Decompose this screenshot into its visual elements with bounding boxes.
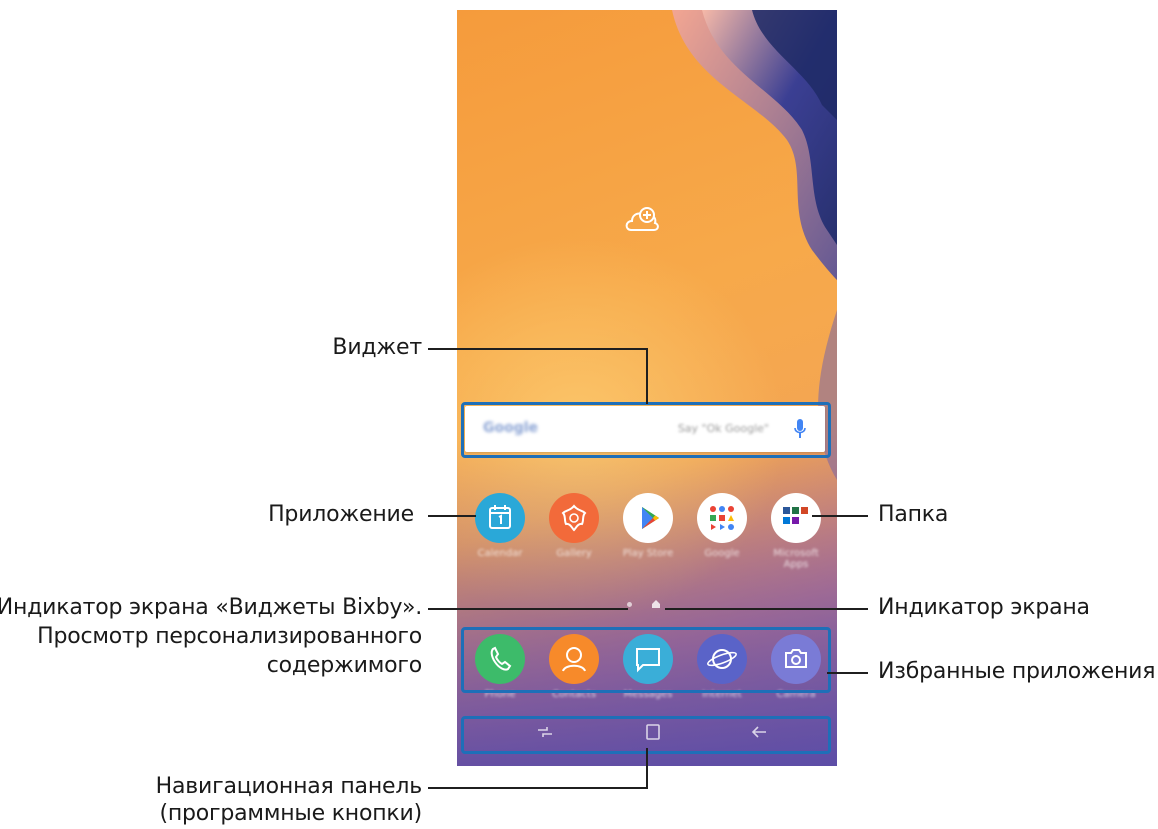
callout-navigation-desc: (программные кнопки) (159, 801, 422, 826)
callout-screen-indicator: Индикатор экрана (878, 595, 1090, 620)
callout-line (827, 672, 868, 674)
app-play-store[interactable] (623, 493, 673, 543)
folder-google[interactable] (697, 493, 747, 543)
callout-bixby-indicator: Индикатор экрана «Виджеты Bixby». (0, 595, 422, 620)
app-label: Google (704, 548, 740, 559)
favorites-highlight (461, 627, 831, 693)
app-gallery[interactable] (549, 493, 599, 543)
callout-favorites: Избранные приложения (878, 659, 1156, 684)
callout-line (428, 608, 628, 610)
widget-highlight (461, 402, 831, 458)
microsoft-folder-icon (783, 507, 808, 524)
bixby-page-dot[interactable] (627, 602, 632, 607)
app-label: Gallery (556, 548, 592, 559)
callout-widget: Виджет (332, 335, 422, 360)
callout-line (646, 348, 648, 404)
calendar-icon (489, 505, 511, 529)
callout-bixby-desc-2: содержимого (266, 653, 422, 678)
app-calendar[interactable] (475, 493, 525, 543)
play-store-icon (642, 507, 659, 529)
callout-line (428, 348, 648, 350)
app-label: Calendar (477, 548, 523, 559)
home-page-dot-icon[interactable] (651, 599, 661, 609)
callout-bixby-desc-1: Просмотр персонализированного (37, 624, 422, 649)
gallery-flower-icon (561, 504, 587, 532)
callout-line (428, 787, 648, 789)
callout-line (428, 515, 476, 517)
google-folder-icon (710, 506, 734, 530)
folder-microsoft[interactable] (771, 493, 821, 543)
app-label: Microsoft Apps (773, 548, 819, 570)
callout-line (665, 608, 868, 610)
add-widget-cloud-icon[interactable] (622, 200, 662, 240)
callout-line (646, 748, 648, 789)
callout-line (812, 515, 868, 517)
callout-navigation-bar: Навигационная панель (155, 774, 423, 799)
app-label: Play Store (622, 548, 674, 559)
callout-folder: Папка (878, 502, 949, 527)
callout-app: Приложение (268, 502, 414, 527)
